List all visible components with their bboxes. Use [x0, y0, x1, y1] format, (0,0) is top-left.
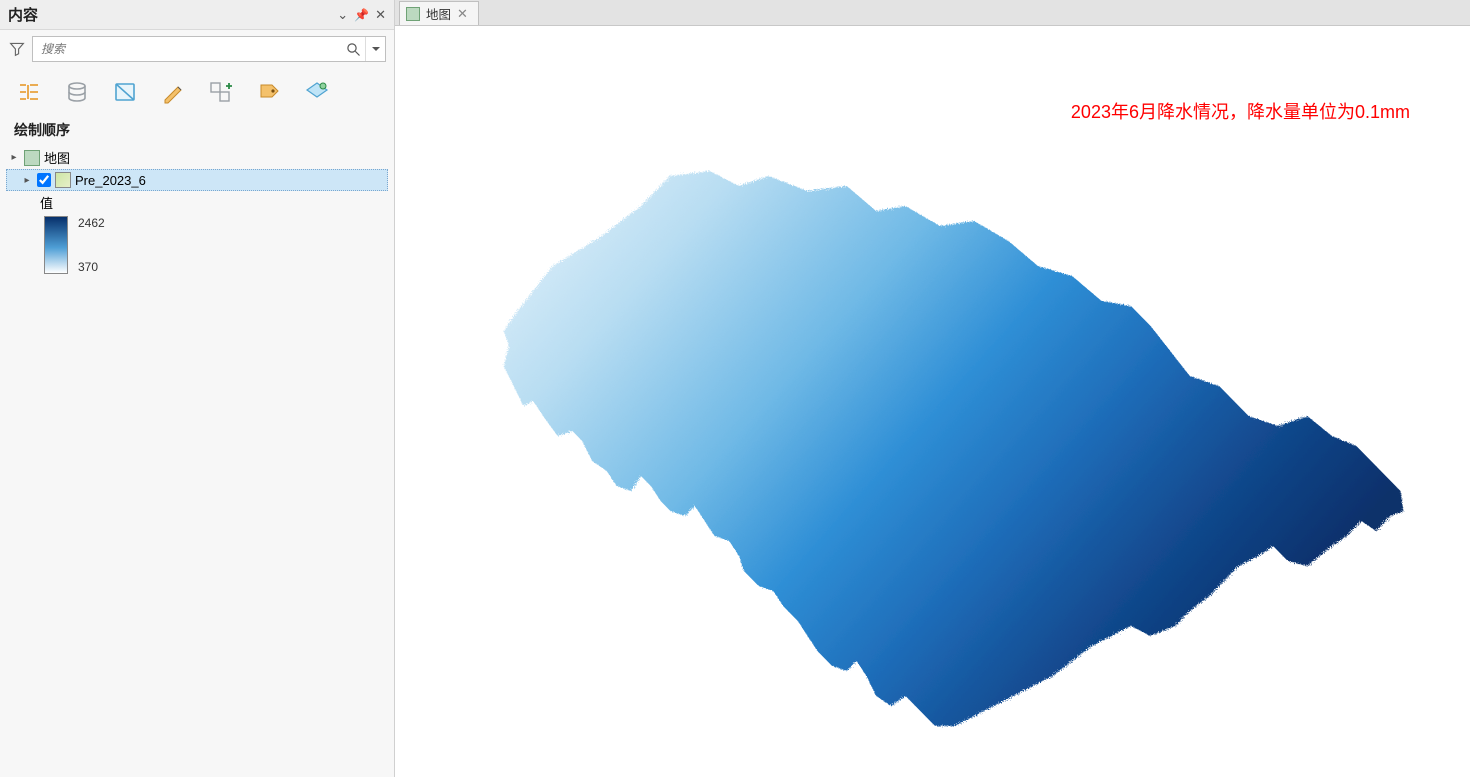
panel-header: 内容 ⌄ 📌 ✕	[0, 0, 394, 30]
search-icon[interactable]	[341, 37, 365, 61]
color-ramp-swatch	[44, 216, 68, 274]
layer-visibility-checkbox[interactable]	[37, 173, 51, 187]
app-root: 内容 ⌄ 📌 ✕	[0, 0, 1470, 777]
panel-minimize-icon[interactable]: ⌄	[337, 8, 348, 21]
tab-close-icon[interactable]: ✕	[457, 6, 468, 22]
color-ramp-labels: 2462 370	[78, 216, 105, 274]
value-heading-row: 值	[6, 191, 388, 214]
list-by-selection-icon[interactable]	[110, 78, 140, 106]
map-tab-label: 地图	[426, 4, 451, 23]
panel-window-controls: ⌄ 📌 ✕	[337, 8, 386, 21]
layer-row[interactable]: ▸ Pre_2023_6	[6, 169, 388, 191]
caret-down-icon[interactable]: ▸	[8, 152, 20, 163]
map-raster-shape	[445, 116, 1425, 756]
contents-panel: 内容 ⌄ 📌 ✕	[0, 0, 395, 777]
map-tab-icon	[406, 7, 420, 21]
list-by-editing-icon[interactable]	[158, 78, 188, 106]
raster-layer-icon	[55, 172, 71, 188]
value-heading-label: 值	[40, 193, 53, 212]
filter-icon[interactable]	[8, 40, 26, 58]
contents-toolbar	[0, 70, 394, 118]
panel-pin-icon[interactable]: 📌	[354, 9, 369, 21]
list-by-snapping-icon[interactable]	[206, 78, 236, 106]
panel-title: 内容	[8, 4, 38, 25]
color-ramp-legend: 2462 370	[6, 216, 388, 274]
list-by-perspective-icon[interactable]	[302, 78, 332, 106]
list-by-labeling-icon[interactable]	[254, 78, 284, 106]
main-area: 地图 ✕ 2023年6月降水情况，降水量单位为0.1mm	[395, 0, 1470, 777]
search-input[interactable]	[33, 42, 341, 56]
search-row	[0, 30, 394, 70]
list-by-drawing-order-icon[interactable]	[14, 78, 44, 106]
map-canvas[interactable]: 2023年6月降水情况，降水量单位为0.1mm	[395, 26, 1470, 777]
search-dropdown-icon[interactable]	[365, 37, 385, 61]
layer-tree: ▸ 地图 ▸ Pre_2023_6 值 2462 370	[0, 146, 394, 274]
map-frame-row[interactable]: ▸ 地图	[6, 146, 388, 169]
list-by-source-icon[interactable]	[62, 78, 92, 106]
layer-name-label: Pre_2023_6	[75, 173, 146, 188]
ramp-low-label: 370	[78, 260, 105, 274]
ramp-high-label: 2462	[78, 216, 105, 230]
tab-strip: 地图 ✕	[395, 0, 1470, 26]
drawing-order-heading: 绘制顺序	[0, 118, 394, 146]
map-frame-icon	[24, 150, 40, 166]
map-tab[interactable]: 地图 ✕	[399, 1, 479, 25]
caret-down-icon[interactable]: ▸	[21, 175, 33, 186]
map-frame-label: 地图	[44, 148, 70, 167]
panel-close-icon[interactable]: ✕	[375, 8, 386, 21]
search-box	[32, 36, 386, 62]
